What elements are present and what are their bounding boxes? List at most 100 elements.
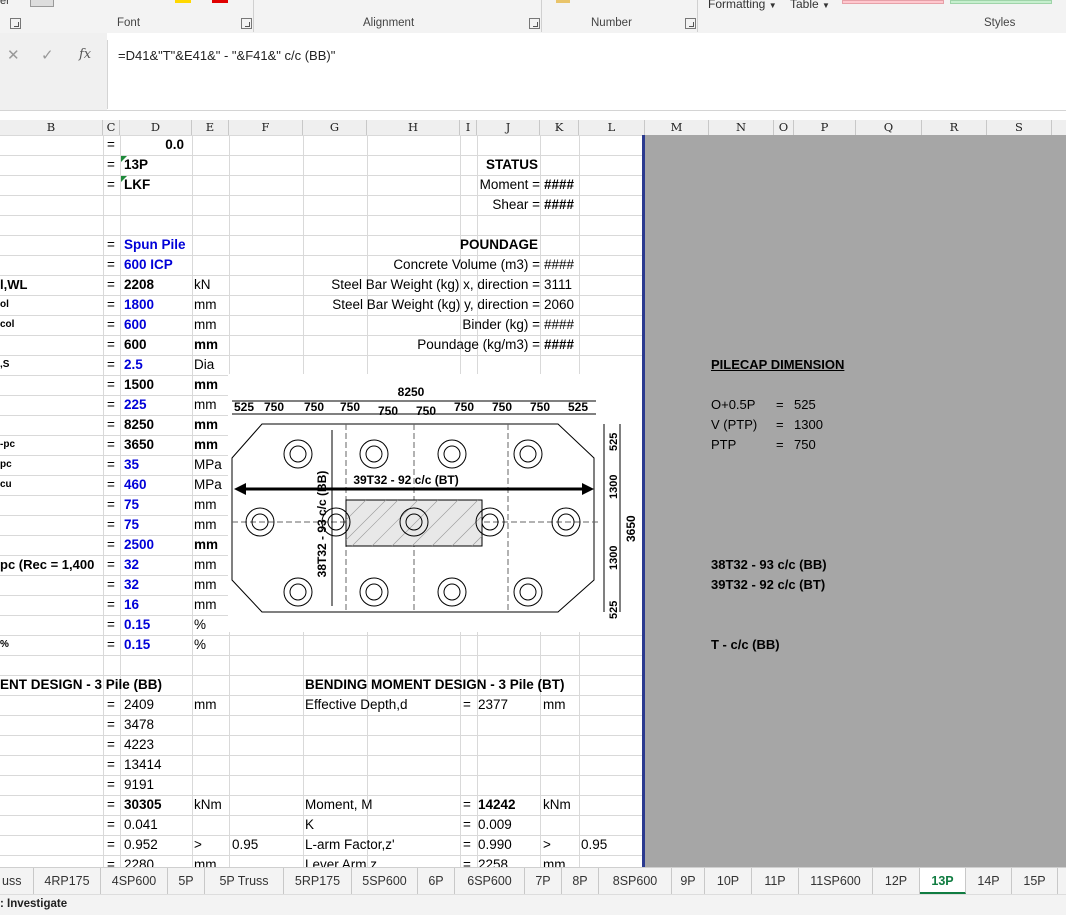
- column-header[interactable]: F: [229, 120, 303, 135]
- row-label: l,WL: [0, 277, 28, 292]
- number-format-swatch[interactable]: [556, 0, 570, 3]
- column-hatch: [345, 499, 483, 547]
- value-cell: 3650: [124, 437, 155, 452]
- column-header[interactable]: B: [0, 120, 103, 135]
- column-header[interactable]: P: [794, 120, 856, 135]
- name-box-area: ✕ ✓ fx: [0, 33, 107, 110]
- equals-sign: =: [463, 857, 471, 867]
- column-header[interactable]: N: [709, 120, 774, 135]
- gridline: [0, 735, 643, 736]
- sheet-tab[interactable]: 8SP600: [599, 868, 672, 894]
- equals-sign: =: [107, 737, 115, 752]
- spacing-label: 525: [234, 400, 254, 414]
- shear-value: ####: [544, 197, 575, 212]
- sheet-tabs: uss 4RP175 4SP600 5P 5P Truss 5RP175 5SP…: [0, 867, 1066, 895]
- sheet-tab[interactable]: 4RP175: [34, 868, 101, 894]
- sheet-tab[interactable]: 5SP600: [352, 868, 418, 894]
- sheet-tab-active[interactable]: 13P: [920, 868, 966, 894]
- bb-reinforcement: 38T32 - 93 c/c (BB): [711, 557, 827, 572]
- highlight-color-swatch[interactable]: [175, 0, 191, 3]
- insert-function-icon[interactable]: fx: [79, 47, 91, 62]
- unit-cell: mm: [194, 517, 217, 532]
- sheet-tab[interactable]: 6P: [418, 868, 455, 894]
- enter-icon[interactable]: ✓: [41, 46, 54, 64]
- column-header[interactable]: I: [460, 120, 477, 135]
- sheet-tab[interactable]: uss: [0, 868, 34, 894]
- value-cell: 2500: [124, 537, 155, 552]
- number-launcher-icon[interactable]: [685, 18, 696, 29]
- gridline: [0, 235, 643, 236]
- sheet-tab[interactable]: 5RP175: [284, 868, 352, 894]
- equals-sign: =: [107, 617, 115, 632]
- font-group-label: Font: [117, 17, 141, 29]
- column-header[interactable]: S: [987, 120, 1052, 135]
- column-header[interactable]: E: [192, 120, 229, 135]
- sheet-tab[interactable]: 4SP600: [101, 868, 168, 894]
- bm-bt-unit: kNm: [543, 797, 571, 812]
- comment-indicator: [121, 176, 127, 182]
- sheet-tab[interactable]: 5P Truss: [205, 868, 284, 894]
- pilecap-value: 1300: [794, 417, 823, 432]
- style-bad-swatch[interactable]: [842, 0, 944, 4]
- formula-input[interactable]: =D41&"T"&E41&" - "&F41&" c/c (BB)": [107, 40, 1066, 109]
- column-header[interactable]: G: [303, 120, 367, 135]
- alignment-launcher-icon[interactable]: [529, 18, 540, 29]
- sheet-tab[interactable]: 5P: [168, 868, 205, 894]
- unit-cell: Dia: [194, 357, 215, 372]
- sheet-tab[interactable]: 11SP600: [799, 868, 873, 894]
- gridline: [0, 135, 643, 136]
- format-as-table-button[interactable]: Table ▼: [790, 0, 830, 11]
- column-header[interactable]: J: [477, 120, 540, 135]
- font-color-swatch[interactable]: [212, 0, 228, 3]
- column-header[interactable]: D: [120, 120, 192, 135]
- bm-bt-unit: mm: [543, 857, 566, 867]
- pilecap-value: 750: [794, 437, 816, 452]
- bm-bt-value: 2258: [478, 857, 509, 867]
- value-cell: 2208: [124, 277, 155, 292]
- equals-sign: =: [107, 277, 115, 292]
- column-header[interactable]: K: [540, 120, 579, 135]
- equals-sign: =: [107, 857, 115, 867]
- column-header[interactable]: M: [645, 120, 709, 135]
- pilecap-key: PTP: [711, 437, 737, 452]
- sheet-tab[interactable]: 15P: [1012, 868, 1058, 894]
- sheet-tab[interactable]: 12P: [873, 868, 920, 894]
- style-good-swatch[interactable]: [950, 0, 1052, 4]
- column-header[interactable]: H: [367, 120, 460, 135]
- poundage-label: Poundage (kg/m3) =: [417, 337, 540, 352]
- sheet-tab[interactable]: 6SP600: [455, 868, 525, 894]
- equals-sign: =: [107, 497, 115, 512]
- spacing-label: 750: [530, 400, 550, 414]
- poundage-title: POUNDAGE: [459, 237, 538, 252]
- conditional-formatting-button[interactable]: Formatting ▼: [708, 0, 777, 11]
- sheet-tab[interactable]: 7P: [525, 868, 562, 894]
- sheet-tab[interactable]: 8P: [562, 868, 599, 894]
- sheet-tab[interactable]: 10P: [705, 868, 752, 894]
- row-label: %: [0, 639, 9, 650]
- bm-bb-value: 3478: [124, 717, 155, 732]
- column-header[interactable]: R: [922, 120, 987, 135]
- bm-bt-title: BENDING MOMENT DESIGN - 3 Pile (BT): [305, 677, 565, 692]
- pilecap-eq: =: [776, 437, 784, 452]
- gridline: [0, 755, 643, 756]
- sheet-tab[interactable]: 11P: [752, 868, 799, 894]
- unit-cell: mm: [194, 337, 219, 352]
- bt-label: 39T32 - 92 c/c (BT): [353, 473, 458, 487]
- unit-cell: MPa: [194, 457, 222, 472]
- clipboard-launcher-icon[interactable]: [10, 18, 21, 29]
- number-group-label: Number: [591, 17, 632, 29]
- font-launcher-icon[interactable]: [241, 18, 252, 29]
- ribbon-button[interactable]: [30, 0, 54, 7]
- unit-cell: mm: [194, 577, 217, 592]
- sheet-tab[interactable]: 14P: [966, 868, 1012, 894]
- column-header[interactable]: Q: [856, 120, 922, 135]
- print-area-background: PILECAP DIMENSION O+0.5P = 525 V (PTP) = 130…: [645, 135, 1066, 867]
- row-label: pc: [0, 459, 12, 470]
- unit-cell: mm: [194, 377, 219, 392]
- column-header[interactable]: C: [103, 120, 120, 135]
- cancel-icon[interactable]: ✕: [7, 46, 20, 64]
- column-header[interactable]: O: [774, 120, 794, 135]
- column-header[interactable]: L: [579, 120, 645, 135]
- sheet-tab[interactable]: 9P: [672, 868, 705, 894]
- top-dim-text: 8250: [398, 385, 425, 399]
